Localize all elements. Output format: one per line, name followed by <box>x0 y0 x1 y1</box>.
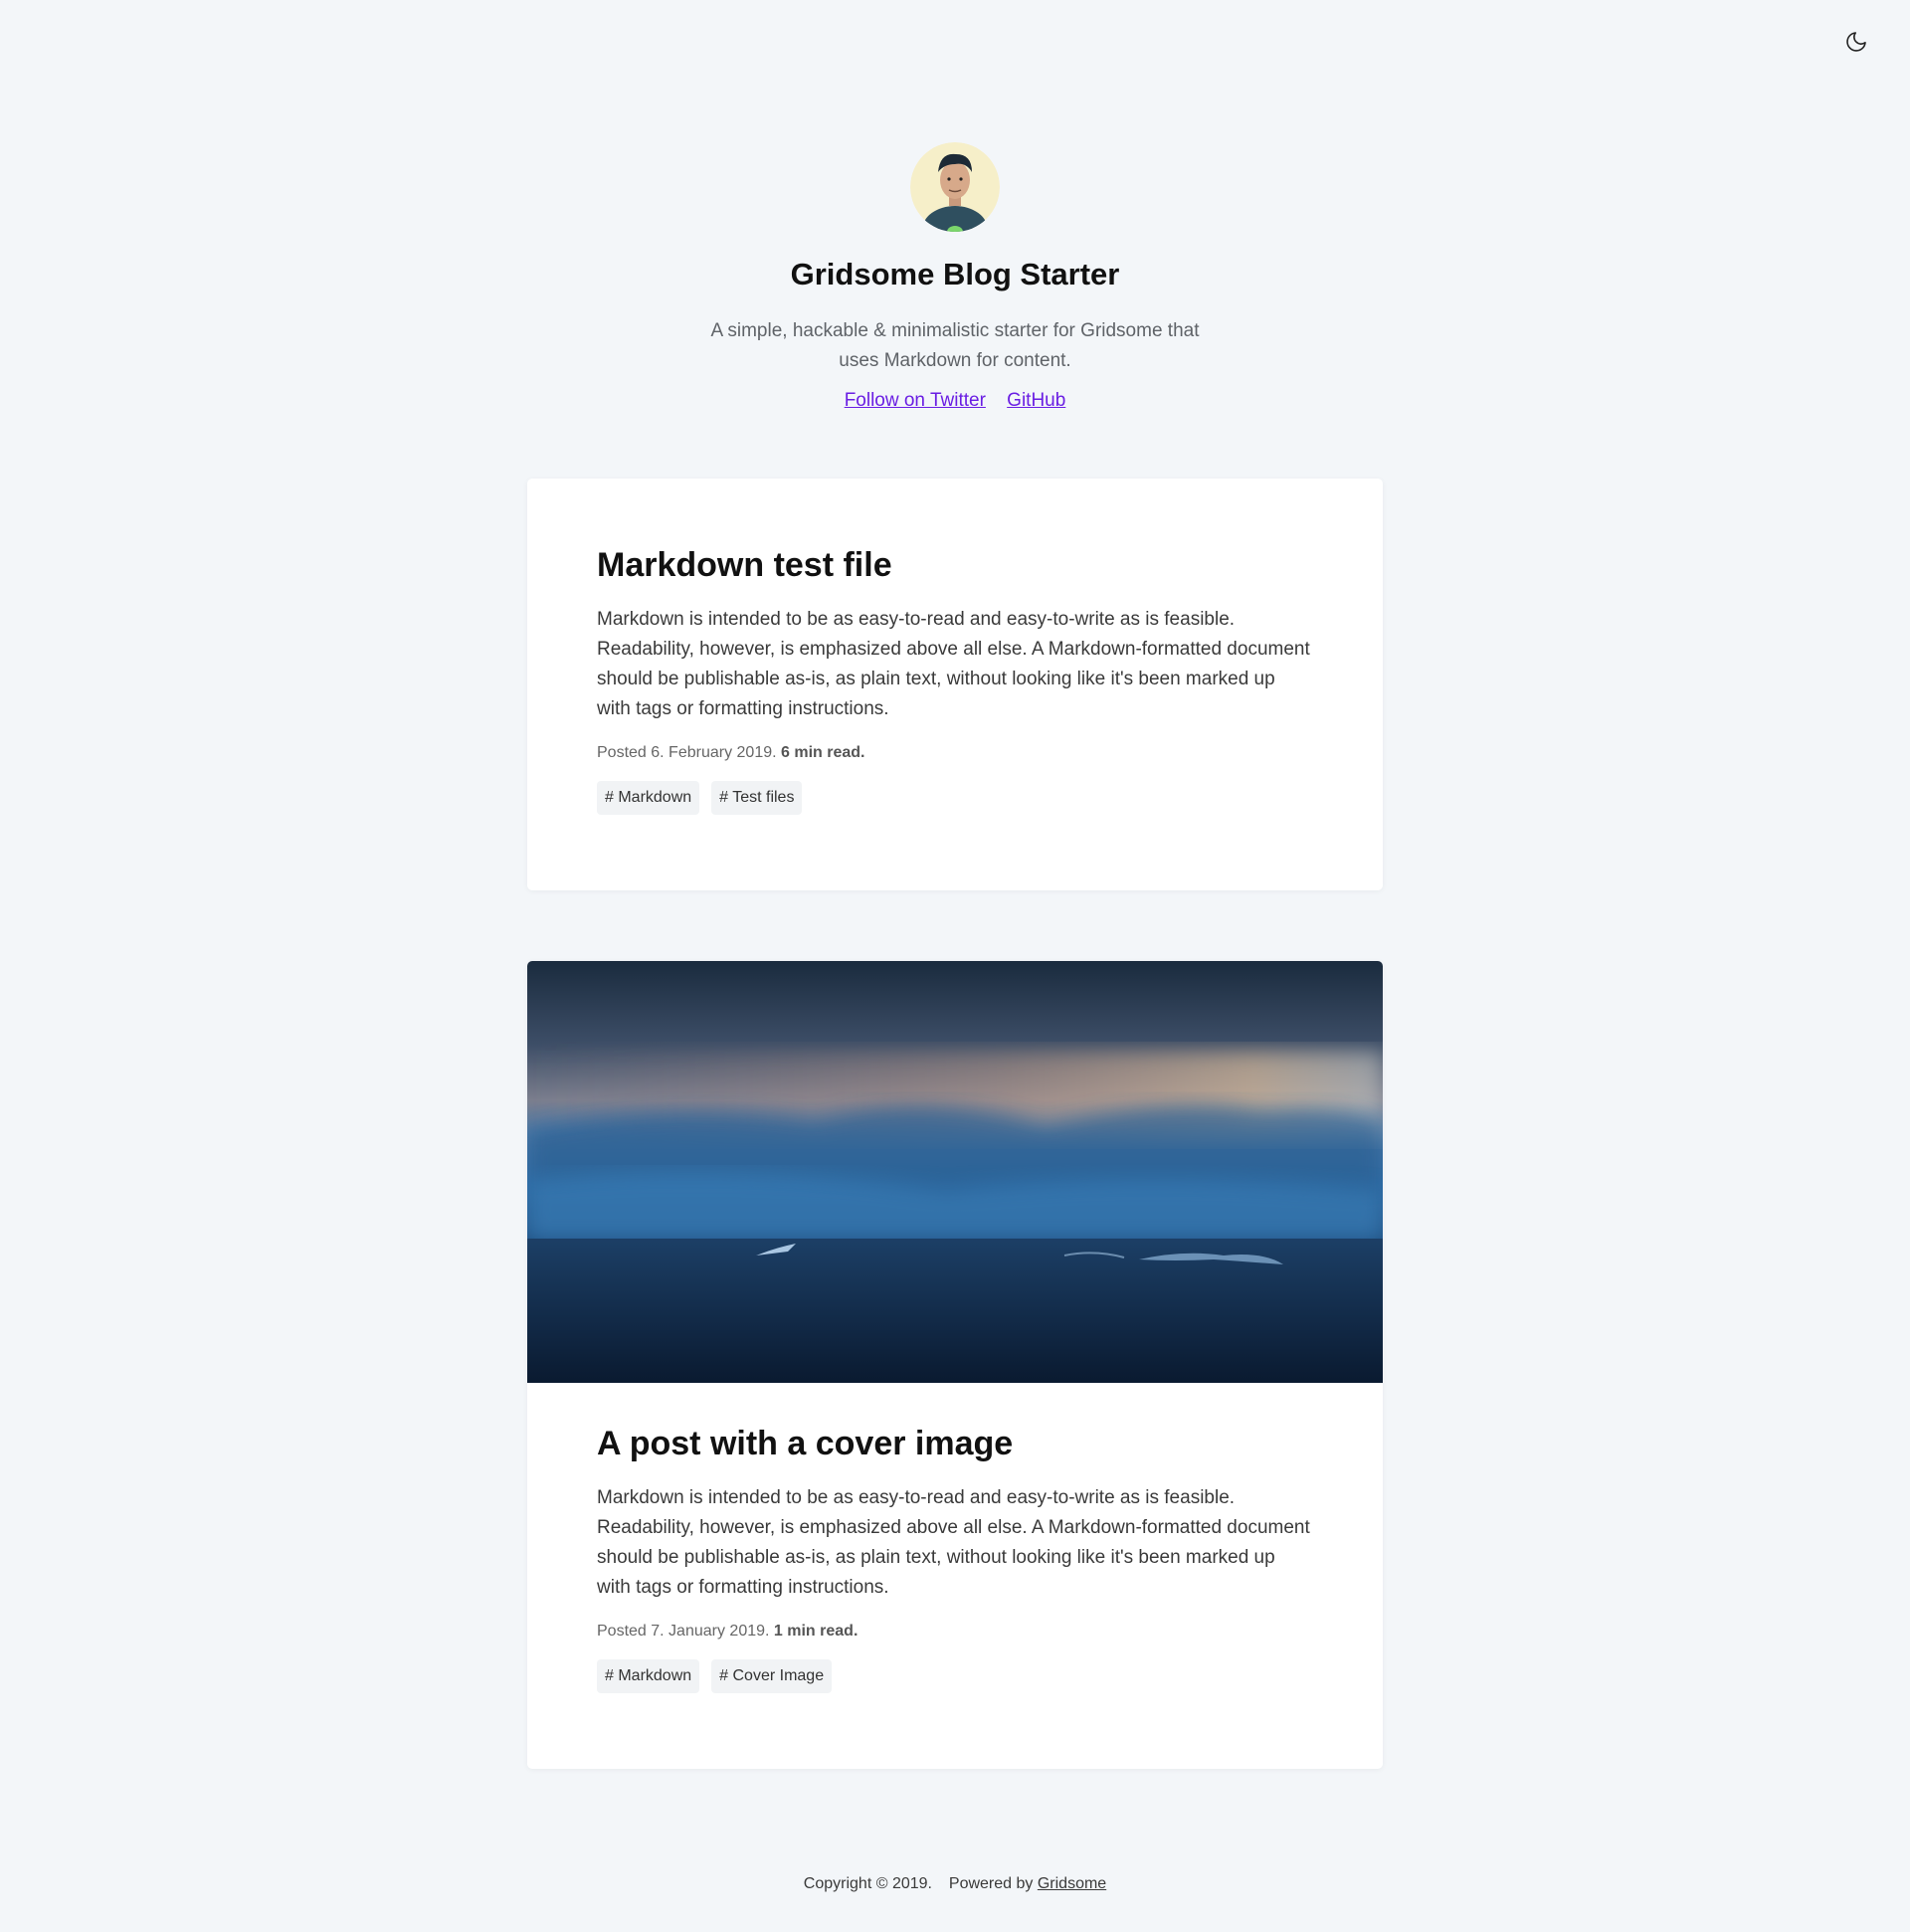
post-tags: # Markdown # Test files <box>597 781 1313 815</box>
tag-markdown[interactable]: # Markdown <box>597 781 700 815</box>
post-card[interactable]: Markdown test file Markdown is intended … <box>527 479 1383 890</box>
tag-cover-image[interactable]: # Cover Image <box>711 1659 833 1693</box>
tag-markdown[interactable]: # Markdown <box>597 1659 700 1693</box>
post-date: Posted 6. February 2019. <box>597 744 777 761</box>
post-description: Markdown is intended to be as easy-to-re… <box>597 609 1310 719</box>
footer: Copyright © 2019. Powered by Gridsome <box>0 1875 1910 1893</box>
post-card[interactable]: A post with a cover image Markdown is in… <box>527 961 1383 1769</box>
cover-image <box>527 961 1383 1383</box>
post-tags: # Markdown # Cover Image <box>597 1659 1313 1693</box>
site-title: Gridsome Blog Starter <box>790 257 1120 291</box>
post-title[interactable]: A post with a cover image <box>597 1425 1313 1463</box>
copyright-text: Copyright © 2019. <box>803 1875 932 1892</box>
post-description: Markdown is intended to be as easy-to-re… <box>597 1487 1310 1598</box>
twitter-link[interactable]: Follow on Twitter <box>845 390 986 411</box>
post-read-time: 6 min read. <box>781 744 865 761</box>
author-section: Gridsome Blog Starter A simple, hackable… <box>0 142 1910 412</box>
theme-toggle-button[interactable] <box>1840 26 1872 58</box>
post-meta: Posted 6. February 2019. 6 min read. <box>597 744 1313 762</box>
tag-test-files[interactable]: # Test files <box>711 781 803 815</box>
avatar <box>910 142 1000 232</box>
post-title[interactable]: Markdown test file <box>597 546 1313 585</box>
post-read-time: 1 min read. <box>773 1623 859 1640</box>
powered-by-text: Powered by <box>948 1875 1034 1892</box>
post-date: Posted 7. January 2019. <box>597 1623 770 1640</box>
github-link[interactable]: GitHub <box>1007 390 1065 411</box>
site-intro: A simple, hackable & minimalistic starte… <box>710 320 1200 371</box>
post-meta: Posted 7. January 2019. 1 min read. <box>597 1623 1313 1641</box>
moon-icon <box>1846 32 1866 52</box>
gridsome-link[interactable]: Gridsome <box>1038 1875 1106 1892</box>
author-links: Follow on Twitter GitHub <box>0 390 1910 412</box>
